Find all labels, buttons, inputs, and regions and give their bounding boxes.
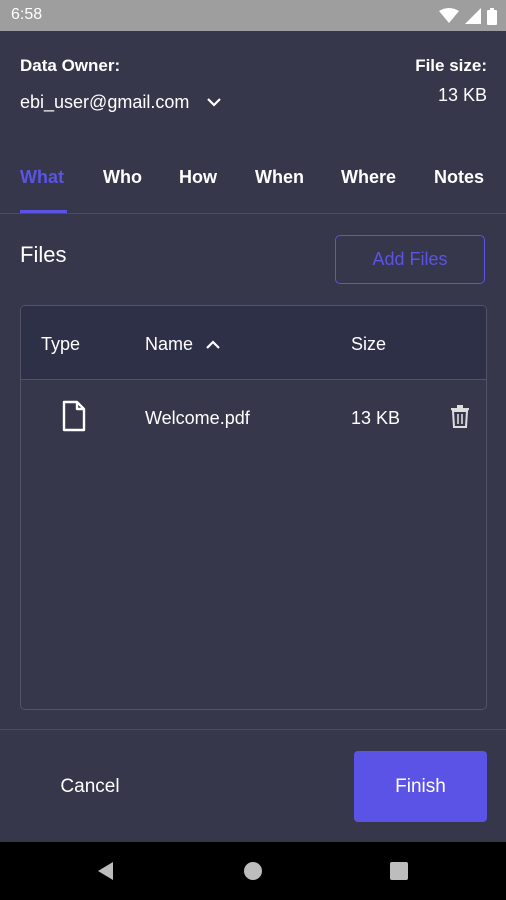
status-bar: 6:58: [0, 0, 506, 31]
file-icon: [62, 400, 86, 432]
add-files-button[interactable]: Add Files: [335, 235, 485, 284]
chevron-down-icon: [207, 98, 222, 107]
data-owner-label: Data Owner:: [20, 56, 121, 75]
file-size-value: 13 KB: [437, 85, 487, 105]
footer-divider: [0, 729, 506, 730]
recents-icon[interactable]: [387, 859, 411, 883]
status-time: 6:58: [11, 6, 43, 23]
tab-bar: What Who How When Where Notes: [0, 165, 506, 213]
tab-what[interactable]: What: [20, 167, 64, 188]
signal-icon: [465, 8, 481, 24]
data-owner-email: ebi_user@gmail.com: [20, 91, 190, 112]
file-name: Welcome.pdf: [145, 408, 250, 428]
file-size-label: File size:: [415, 56, 487, 75]
file-size: 13 KB: [351, 408, 401, 428]
column-header-name[interactable]: Name: [145, 334, 221, 355]
tabs-divider: [0, 213, 506, 214]
tab-when[interactable]: When: [255, 167, 304, 188]
trash-icon[interactable]: [450, 404, 470, 428]
finish-button[interactable]: Finish: [354, 751, 487, 822]
table-row[interactable]: Welcome.pdf 13 KB: [21, 380, 486, 452]
navigation-bar: [0, 842, 506, 900]
wifi-icon: [439, 8, 459, 23]
sort-ascending-icon: [206, 339, 220, 349]
column-header-name-label: Name: [145, 334, 194, 354]
files-table: Type Name Size Welcome.pdf 13 KB: [20, 305, 487, 710]
files-heading: Files: [20, 242, 67, 267]
home-icon[interactable]: [241, 859, 265, 883]
back-icon[interactable]: [94, 859, 118, 883]
battery-icon: [487, 7, 497, 25]
table-header: Type Name Size: [21, 306, 486, 380]
tab-notes[interactable]: Notes: [434, 167, 484, 188]
tab-how[interactable]: How: [179, 167, 217, 188]
tab-who[interactable]: Who: [103, 167, 142, 188]
status-icons: [439, 6, 497, 26]
column-header-type[interactable]: Type: [41, 334, 80, 355]
tab-where[interactable]: Where: [341, 167, 396, 188]
data-owner-dropdown[interactable]: ebi_user@gmail.com: [20, 90, 223, 114]
column-header-size[interactable]: Size: [351, 334, 386, 355]
cancel-button[interactable]: Cancel: [40, 752, 140, 822]
